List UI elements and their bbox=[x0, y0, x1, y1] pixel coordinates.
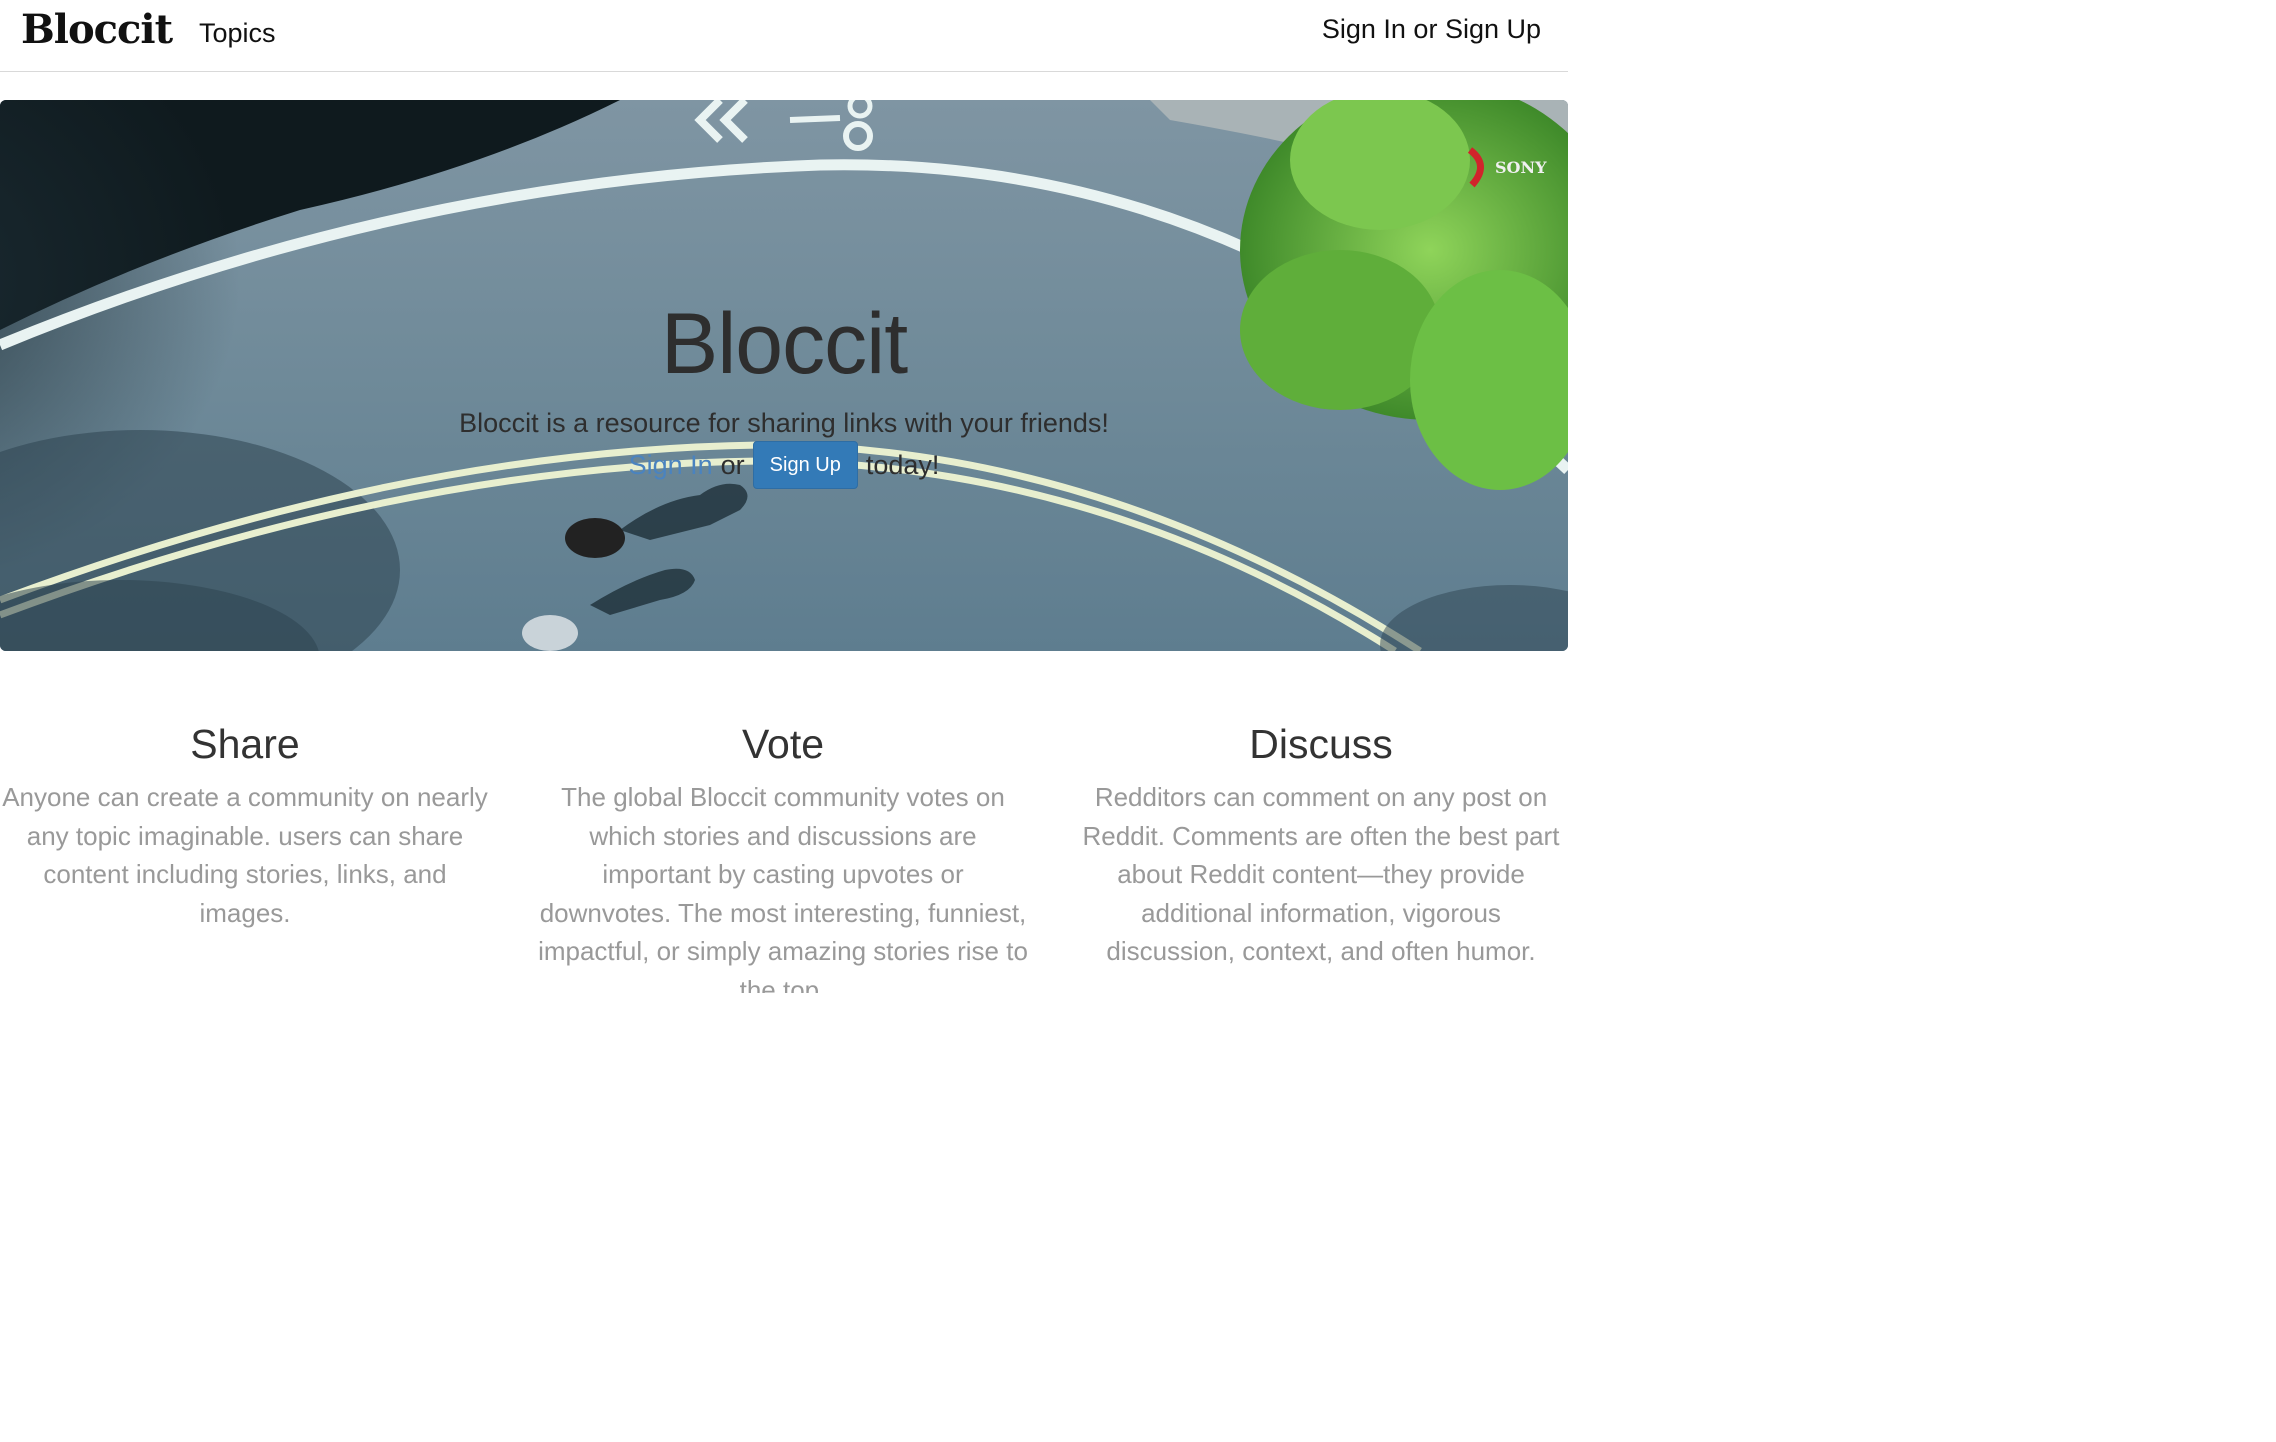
nav-topics-link[interactable]: Topics bbox=[199, 16, 276, 50]
feature-title: Discuss bbox=[1249, 721, 1393, 767]
hero-or-text: or bbox=[720, 450, 745, 480]
hero-title: Bloccit bbox=[660, 296, 908, 392]
feature-title: Vote bbox=[741, 721, 825, 767]
features-section: Share Anyone can create a community on n… bbox=[0, 716, 1568, 993]
hero-today-text: today! bbox=[865, 450, 940, 480]
hero-call-to-action: Sign In or Sign Up today! bbox=[0, 441, 1568, 489]
navbar: Bloccit Topics Sign In or Sign Up bbox=[0, 0, 1568, 72]
feature-description: Redditors can comment on any post on Red… bbox=[1082, 782, 1560, 966]
brand-logo[interactable]: Bloccit bbox=[21, 6, 173, 54]
feature-vote: Vote The global Bloccit community votes … bbox=[538, 716, 1028, 993]
feature-discuss: Discuss Redditors can comment on any pos… bbox=[1076, 716, 1566, 971]
feature-title: Share bbox=[190, 721, 300, 767]
hero-sign-up-button[interactable]: Sign Up bbox=[752, 441, 858, 489]
nav-sign-in-link[interactable]: Sign In or Sign Up bbox=[1322, 12, 1541, 46]
hero-content: Bloccit Bloccit is a resource for sharin… bbox=[0, 100, 1568, 651]
feature-share: Share Anyone can create a community on n… bbox=[0, 716, 490, 932]
hero-tagline: Bloccit is a resource for sharing links … bbox=[459, 408, 1109, 438]
hero-jumbotron: SONY Bloccit Bloccit is a resource for s… bbox=[0, 100, 1568, 651]
feature-description: Anyone can create a community on nearly … bbox=[2, 782, 488, 928]
hero-sign-in-link[interactable]: Sign In bbox=[629, 442, 713, 488]
feature-description: The global Bloccit community votes on wh… bbox=[538, 782, 1028, 993]
